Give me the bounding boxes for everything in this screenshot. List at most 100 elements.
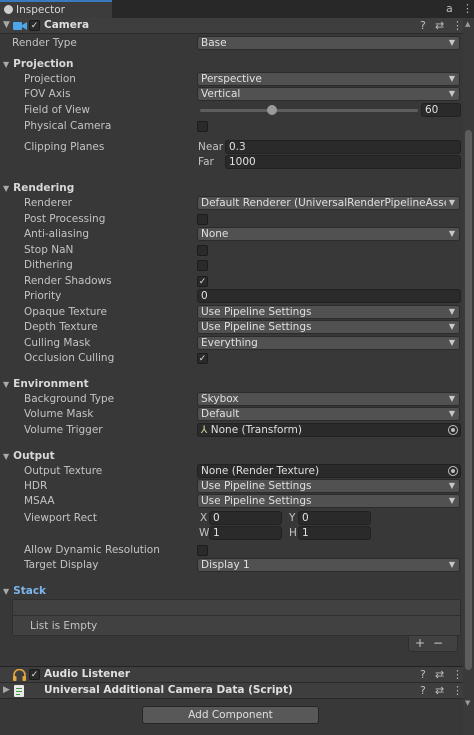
hdr-value: Use Pipeline Settings [201, 480, 312, 492]
output-texture-object-field[interactable]: None (Render Texture) [197, 464, 461, 478]
volume-trigger-label: Volume Trigger [24, 424, 103, 436]
msaa-label: MSAA [24, 495, 55, 507]
scroll-down-icon[interactable]: ▼ [465, 699, 470, 707]
stop-nan-label: Stop NaN [24, 244, 74, 256]
renderer-dropdown[interactable]: Default Renderer (UniversalRenderPipelin… [197, 196, 460, 210]
allow-dynamic-resolution-checkbox[interactable] [197, 545, 208, 556]
scrollbar-thumb[interactable] [465, 130, 472, 670]
chevron-down-icon: ▼ [448, 229, 455, 238]
far-label: Far [198, 156, 214, 168]
tab-menu-icon[interactable]: ⋮ [462, 2, 473, 15]
viewport-y-input[interactable]: 0 [298, 511, 371, 525]
depth-texture-dropdown[interactable]: Use Pipeline Settings ▼ [197, 320, 460, 334]
anti-aliasing-dropdown[interactable]: None ▼ [197, 227, 460, 241]
render-shadows-checkbox[interactable]: ✓ [197, 276, 208, 287]
help-icon[interactable]: ? [420, 684, 426, 697]
projection-dropdown[interactable]: Perspective ▼ [197, 72, 460, 86]
viewport-w-input[interactable]: 1 [209, 526, 282, 540]
presets-icon[interactable]: ⇄ [435, 684, 444, 697]
help-icon[interactable]: ? [420, 19, 426, 32]
help-icon[interactable]: ? [420, 668, 426, 681]
volume-trigger-object-field[interactable]: ⅄ None (Transform) [197, 423, 461, 437]
viewport-rect-label: Viewport Rect [24, 512, 97, 524]
stack-remove-button[interactable]: − [433, 636, 451, 650]
physical-camera-checkbox[interactable] [197, 121, 208, 132]
camera-stack-list[interactable]: List is Empty [12, 599, 461, 636]
render-type-dropdown[interactable]: Base ▼ [197, 36, 460, 50]
viewport-w-label: W [199, 527, 210, 539]
dithering-checkbox[interactable] [197, 260, 208, 271]
scroll-up-icon[interactable]: ▲ [465, 20, 470, 28]
background-type-dropdown[interactable]: Skybox ▼ [197, 392, 460, 406]
script-icon [14, 685, 24, 697]
volume-mask-label: Volume Mask [24, 408, 94, 420]
object-picker-icon[interactable] [448, 466, 458, 476]
camera-icon [13, 22, 27, 30]
field-of-view-label: Field of View [24, 104, 90, 116]
viewport-h-input[interactable]: 1 [298, 526, 371, 540]
occlusion-culling-checkbox[interactable]: ✓ [197, 353, 208, 364]
fold-arrow-icon[interactable]: ▶ [3, 685, 10, 695]
chevron-down-icon: ▼ [448, 409, 455, 418]
fov-axis-value: Vertical [201, 88, 241, 100]
presets-icon[interactable]: ⇄ [435, 668, 444, 681]
fold-arrow-icon[interactable]: ▼ [3, 20, 10, 30]
target-display-value: Display 1 [201, 559, 250, 571]
chevron-down-icon: ▼ [448, 338, 455, 347]
viewport-x-input[interactable]: 0 [209, 511, 282, 525]
add-component-button[interactable]: Add Component [142, 706, 319, 724]
info-icon [4, 5, 13, 14]
environment-section-label: Environment [13, 378, 89, 390]
component-menu-icon[interactable]: ⋮ [452, 684, 463, 697]
stack-empty-text: List is Empty [30, 620, 98, 632]
allow-dynamic-resolution-label: Allow Dynamic Resolution [24, 544, 160, 556]
object-picker-icon[interactable] [448, 425, 458, 435]
camera-enabled-checkbox[interactable]: ✓ [29, 20, 40, 31]
audio-listener-component-header[interactable]: ✓ Audio Listener ? ⇄ ⋮ [0, 667, 474, 683]
field-of-view-slider-track[interactable] [200, 109, 418, 112]
projection-section-header[interactable]: ▼ Projection [3, 58, 74, 70]
far-clip-input[interactable]: 1000 [225, 155, 461, 169]
culling-mask-dropdown[interactable]: Everything ▼ [197, 336, 460, 350]
hdr-label: HDR [24, 480, 48, 492]
audio-listener-enabled-checkbox[interactable]: ✓ [29, 669, 40, 680]
chevron-down-icon: ▼ [448, 307, 455, 316]
volume-mask-dropdown[interactable]: Default ▼ [197, 407, 460, 421]
stack-section-header[interactable]: ▼ Stack [3, 585, 46, 597]
component-menu-icon[interactable]: ⋮ [452, 19, 463, 32]
audio-listener-title: Audio Listener [44, 668, 131, 680]
camera-component-header[interactable]: ▼ ✓ Camera ? ⇄ ⋮ [0, 18, 474, 34]
chevron-down-icon: ▼ [448, 198, 455, 207]
priority-input[interactable]: 0 [197, 289, 461, 303]
component-menu-icon[interactable]: ⋮ [452, 668, 463, 681]
viewport-h-label: H [289, 527, 297, 539]
output-section-header[interactable]: ▼ Output [3, 450, 55, 462]
additional-camera-data-component-header[interactable]: ▶ Universal Additional Camera Data (Scri… [0, 683, 474, 699]
viewport-x-label: X [200, 512, 208, 524]
anti-aliasing-value: None [201, 228, 229, 240]
field-of-view-slider-thumb[interactable] [266, 105, 277, 115]
field-of-view-input[interactable]: 60 [421, 103, 461, 117]
near-clip-input[interactable]: 0.3 [225, 140, 461, 154]
fold-arrow-icon: ▼ [3, 380, 10, 389]
tab-bar: Inspector a ⋮ [0, 0, 474, 18]
output-texture-label: Output Texture [24, 465, 103, 477]
target-display-dropdown[interactable]: Display 1 ▼ [197, 558, 460, 572]
fold-arrow-icon: ▼ [3, 184, 10, 193]
background-type-label: Background Type [24, 393, 115, 405]
presets-icon[interactable]: ⇄ [435, 19, 444, 32]
stack-add-button[interactable]: + [415, 636, 433, 650]
fov-axis-dropdown[interactable]: Vertical ▼ [197, 87, 460, 101]
post-processing-checkbox[interactable] [197, 214, 208, 225]
stop-nan-checkbox[interactable] [197, 245, 208, 256]
hdr-dropdown[interactable]: Use Pipeline Settings ▼ [197, 479, 460, 493]
environment-section-header[interactable]: ▼ Environment [3, 378, 89, 390]
lock-icon[interactable]: a [446, 2, 453, 15]
opaque-texture-dropdown[interactable]: Use Pipeline Settings ▼ [197, 305, 460, 319]
inspector-scrollbar[interactable]: ▲ ▼ [463, 18, 474, 735]
rendering-section-header[interactable]: ▼ Rendering [3, 182, 74, 194]
msaa-dropdown[interactable]: Use Pipeline Settings ▼ [197, 494, 460, 508]
depth-texture-value: Use Pipeline Settings [201, 321, 312, 333]
render-shadows-label: Render Shadows [24, 275, 112, 287]
tab-inspector[interactable]: Inspector [0, 0, 112, 18]
